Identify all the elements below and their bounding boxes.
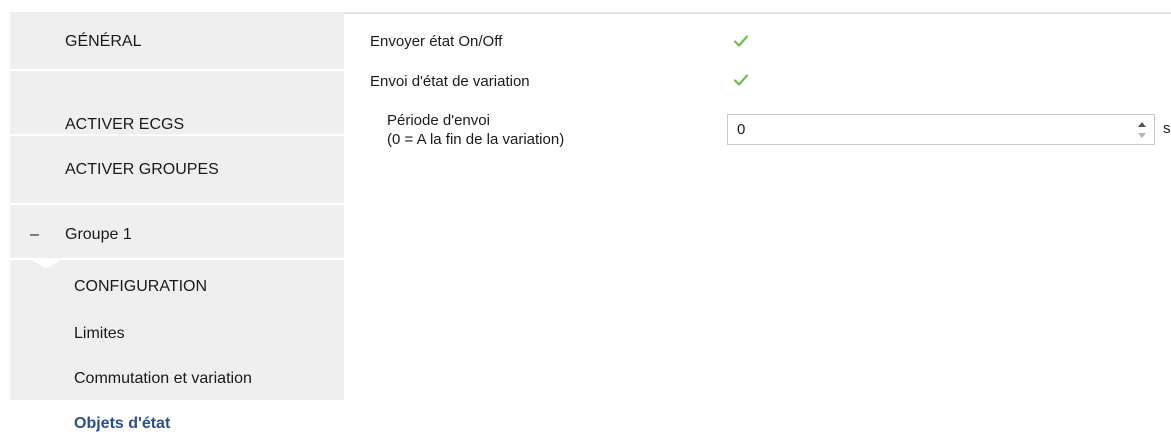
divider <box>10 134 344 136</box>
send-dimming-checkbox[interactable] <box>732 71 750 89</box>
sidebar-group-label: Groupe 1 <box>65 226 132 243</box>
group-expanded-notch <box>32 260 60 269</box>
divider <box>10 258 344 260</box>
period-label-line2: (0 = A la fin de la variation) <box>387 131 565 148</box>
sidebar: GÉNÉRAL ACTIVER ECGS ACTIVER GROUPES – G… <box>10 12 344 448</box>
sidebar-item-label: ACTIVER ECGS <box>65 116 185 133</box>
sidebar-item-label: Commutation et variation <box>74 370 252 387</box>
send-onoff-checkbox[interactable] <box>732 32 750 50</box>
divider <box>10 69 344 71</box>
spinner-down-icon[interactable] <box>1138 133 1146 138</box>
period-input-value: 0 <box>737 121 746 138</box>
checkmark-icon <box>733 35 749 47</box>
period-input[interactable]: 0 <box>727 114 1155 145</box>
collapse-icon[interactable]: – <box>30 225 39 245</box>
send-dimming-label: Envoi d'état de variation <box>370 73 530 90</box>
checkmark-icon <box>733 74 749 86</box>
app-window: GÉNÉRAL ACTIVER ECGS ACTIVER GROUPES – G… <box>0 0 1171 448</box>
divider <box>10 203 344 205</box>
sidebar-item-objets-etat[interactable]: Objets d'état <box>10 400 346 448</box>
period-label-line1: Période d'envoi <box>387 112 490 129</box>
sidebar-item-label: ACTIVER GROUPES <box>65 161 219 178</box>
main-panel: Envoyer état On/Off Envoi d'état de vari… <box>346 14 1171 448</box>
spinner-up-icon[interactable] <box>1138 122 1146 127</box>
period-unit: s <box>1163 120 1171 137</box>
send-onoff-label: Envoyer état On/Off <box>370 33 503 50</box>
period-spinner[interactable] <box>1138 118 1148 142</box>
sidebar-item-general[interactable]: GÉNÉRAL <box>10 32 344 52</box>
sidebar-item-label: Objets d'état <box>74 415 171 432</box>
sidebar-item-label: GÉNÉRAL <box>65 33 142 50</box>
sidebar-item-label: CONFIGURATION <box>74 278 208 295</box>
sidebar-item-label: Limites <box>74 325 125 342</box>
